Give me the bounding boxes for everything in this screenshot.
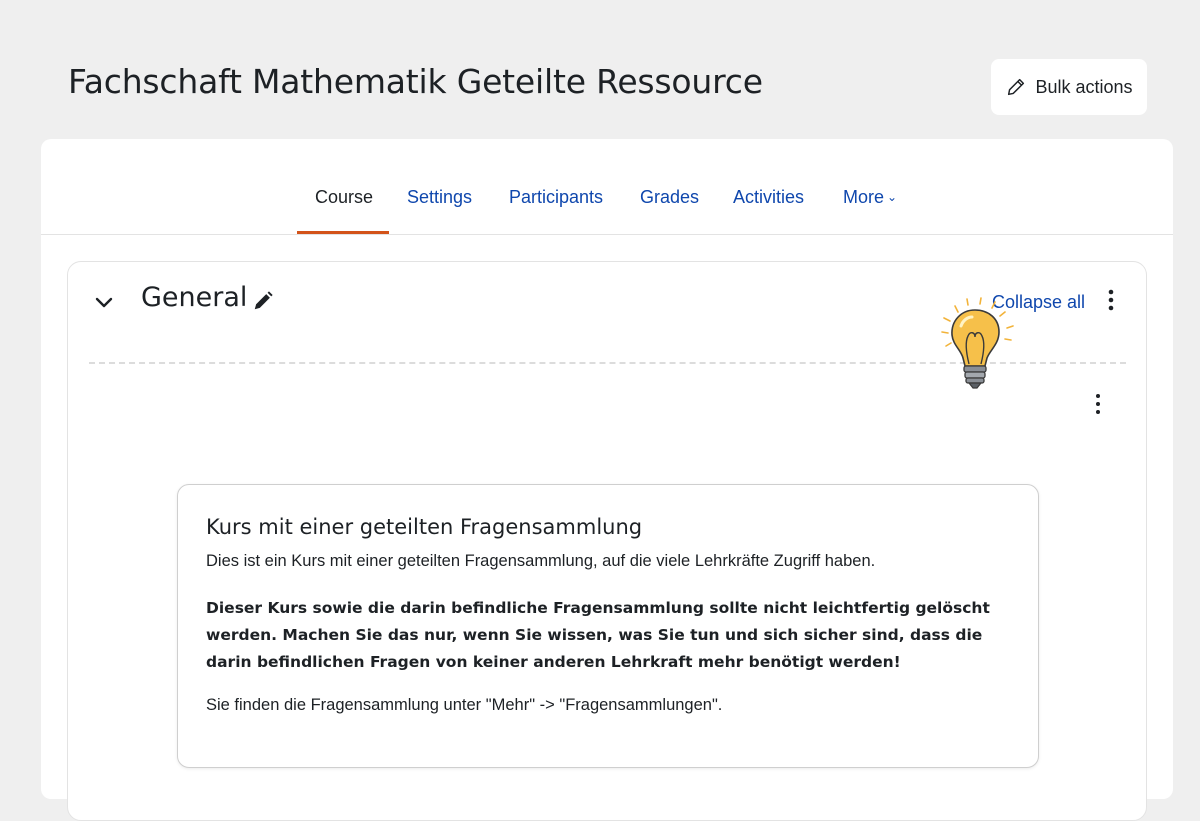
course-content-card: Course Settings Participants Grades Acti…	[41, 139, 1173, 821]
tab-activities[interactable]: Activities	[733, 187, 804, 208]
section-title: General	[141, 282, 248, 313]
course-info-box: Kurs mit einer geteilten Fragensammlung …	[177, 484, 1039, 768]
pencil-icon[interactable]	[252, 290, 274, 312]
tab-settings[interactable]: Settings	[407, 187, 472, 208]
bulk-actions-button[interactable]: Bulk actions	[991, 59, 1147, 115]
lightbulb-icon	[941, 297, 1014, 389]
info-box-warning: Dieser Kurs sowie die darin befindliche …	[206, 599, 990, 671]
tab-more-label: More	[843, 187, 885, 207]
chevron-down-icon: ⌄	[887, 190, 898, 204]
info-box-title: Kurs mit einer geteilten Fragensammlung	[206, 515, 643, 539]
course-tabs: Course Settings Participants Grades Acti…	[41, 139, 1173, 235]
kebab-menu-icon[interactable]	[1105, 288, 1117, 312]
tab-grades[interactable]: Grades	[640, 187, 699, 208]
info-box-text: Dies ist ein Kurs mit einer geteilten Fr…	[206, 552, 876, 570]
kebab-menu-icon[interactable]	[1092, 392, 1104, 416]
chevron-down-icon[interactable]	[92, 290, 116, 314]
pencil-icon	[1008, 78, 1025, 96]
bulk-actions-label: Bulk actions	[1035, 76, 1133, 97]
tab-course[interactable]: Course	[315, 187, 373, 208]
page-title: Fachschaft Mathematik Geteilte Ressource	[68, 62, 763, 101]
active-tab-indicator	[297, 231, 389, 234]
tab-more[interactable]: More ⌄	[843, 187, 897, 208]
tab-participants[interactable]: Participants	[509, 187, 603, 208]
info-box-footer: Sie finden die Fragensammlung unter "Meh…	[206, 696, 723, 714]
